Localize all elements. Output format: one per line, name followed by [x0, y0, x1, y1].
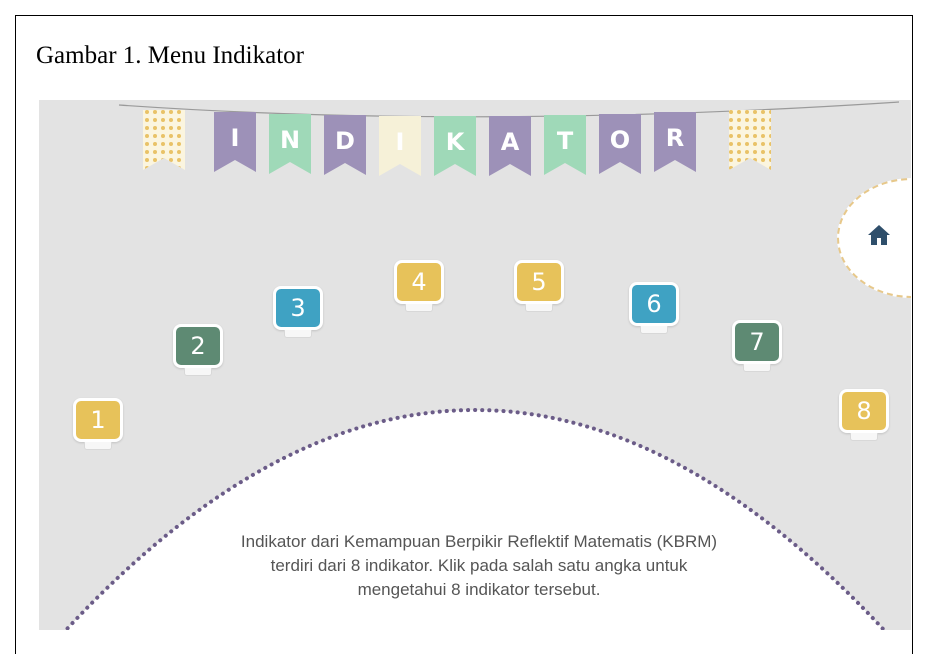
banner-letter: N [280, 126, 300, 154]
indicator-stand [284, 330, 312, 338]
indicator-button-2[interactable]: 2 [173, 324, 223, 376]
banner-letter: R [666, 124, 684, 152]
figure-caption: Gambar 1. Menu Indikator [36, 42, 304, 69]
indicator-stand [84, 442, 112, 450]
banner-flags: INDIKATOR [143, 110, 771, 176]
indicator-button-8[interactable]: 8 [839, 389, 889, 441]
indicator-stand [850, 433, 878, 441]
banner-letter: T [557, 127, 574, 155]
indicator-button-1[interactable]: 1 [73, 398, 123, 450]
indicator-number: 2 [173, 324, 223, 368]
indicator-stand [525, 304, 553, 312]
indicator-stand [405, 304, 433, 312]
indicator-button-6[interactable]: 6 [629, 282, 679, 334]
banner-letter: K [446, 128, 466, 156]
indicator-stand [743, 364, 771, 372]
indicator-number: 6 [629, 282, 679, 326]
indicator-button-7[interactable]: 7 [732, 320, 782, 372]
indicator-number: 5 [514, 260, 564, 304]
banner-flag-dotted [729, 110, 771, 170]
indicator-button-3[interactable]: 3 [273, 286, 323, 338]
indicator-button-4[interactable]: 4 [394, 260, 444, 312]
banner-letter: A [501, 128, 520, 156]
indicator-number: 7 [732, 320, 782, 364]
indicator-number: 4 [394, 260, 444, 304]
banner-letter: O [610, 126, 630, 154]
app-screen: I N D I K A T O R 1 2 3 4 5 6 7 8 Indikator dari Kemamp… [39, 100, 911, 630]
description-text: Indikator dari Kemampuan Berpikir Reflek… [240, 532, 718, 599]
banner-letter: I [396, 128, 405, 156]
indicator-stand [184, 368, 212, 376]
indicator-button-5[interactable]: 5 [514, 260, 564, 312]
banner-letter: I [231, 124, 240, 152]
indicator-number: 1 [73, 398, 123, 442]
indicator-number: 3 [273, 286, 323, 330]
banner-flag-dotted [143, 110, 185, 170]
indicator-stand [640, 326, 668, 334]
home-icon [868, 225, 890, 245]
indicator-number: 8 [839, 389, 889, 433]
banner-letter: D [335, 127, 355, 155]
